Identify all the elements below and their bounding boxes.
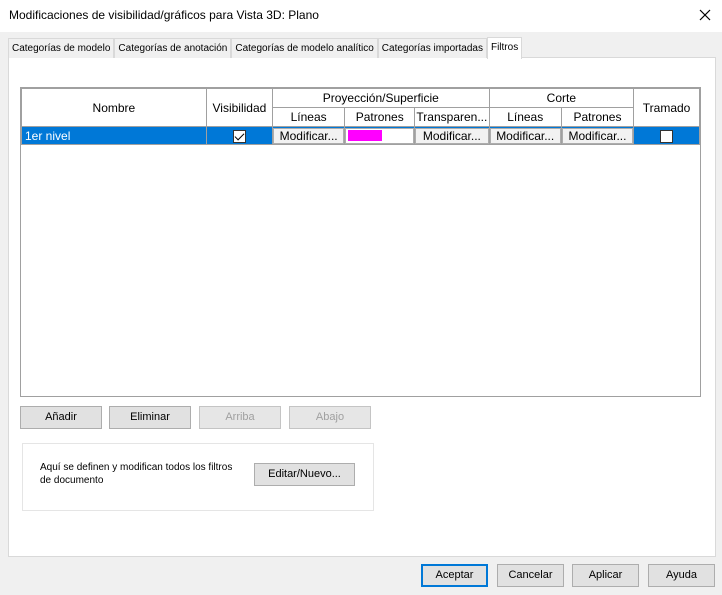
corte-lineas-modify-button[interactable]: Modificar...	[489, 127, 561, 144]
row-corte-lineas-cell: Modificar...	[488, 126, 562, 145]
header-proy-lineas[interactable]: Líneas	[271, 107, 346, 127]
eliminar-button[interactable]: Eliminar	[109, 406, 191, 429]
header-tramado[interactable]: Tramado	[633, 88, 700, 127]
tab-categorias-anotacion[interactable]: Categorías de anotación	[114, 38, 232, 58]
abajo-button[interactable]: Abajo	[289, 406, 371, 429]
pattern-color-swatch	[348, 130, 383, 141]
header-proyeccion-superficie: Proyección/Superficie	[272, 88, 490, 108]
row-proy-patrones-cell	[344, 126, 416, 145]
cancelar-button[interactable]: Cancelar	[497, 564, 564, 587]
filters-table: Nombre Visibilidad Proyección/Superficie…	[21, 88, 700, 145]
tab-strip: Categorías de modelo Categorías de anota…	[8, 37, 523, 59]
header-transparencia[interactable]: Transparen...	[414, 107, 490, 127]
proy-patrones-button[interactable]	[345, 127, 415, 144]
document-filters-description: Aquí se definen y modifican todos los fi…	[40, 462, 233, 486]
row-visibilidad-cell	[205, 126, 274, 145]
aplicar-button[interactable]: Aplicar	[572, 564, 639, 587]
arriba-button[interactable]: Arriba	[199, 406, 281, 429]
proy-lineas-modify-button[interactable]: Modificar...	[273, 127, 345, 144]
row-corte-patrones-cell: Modificar...	[560, 126, 635, 145]
header-nombre[interactable]: Nombre	[21, 88, 207, 127]
ayuda-button[interactable]: Ayuda	[648, 564, 715, 587]
editar-nuevo-button[interactable]: Editar/Nuevo...	[254, 463, 355, 486]
header-visibilidad[interactable]: Visibilidad	[205, 88, 274, 127]
tab-categorias-importadas[interactable]: Categorías importadas	[377, 38, 487, 58]
row-proy-lineas-cell: Modificar...	[271, 126, 346, 145]
tramado-checkbox[interactable]	[660, 129, 674, 143]
tab-categorias-modelo[interactable]: Categorías de modelo	[8, 38, 115, 58]
row-transparencia-cell: Modificar...	[414, 126, 490, 145]
corte-patrones-modify-button[interactable]: Modificar...	[561, 127, 634, 144]
window-title: Modificaciones de visibilidad/gráficos p…	[9, 8, 319, 22]
tab-filtros[interactable]: Filtros	[486, 37, 523, 59]
close-button[interactable]	[694, 4, 716, 26]
tab-categorias-modelo-analitico[interactable]: Categorías de modelo analítico	[231, 38, 378, 58]
close-icon	[699, 9, 711, 21]
header-corte: Corte	[488, 88, 635, 108]
row-nombre[interactable]: 1er nivel	[21, 126, 207, 145]
transparencia-modify-button[interactable]: Modificar...	[415, 127, 489, 144]
table-row[interactable]: 1er nivel Modificar... Modificar... Modi…	[21, 126, 700, 145]
visibility-checkbox[interactable]	[232, 129, 246, 143]
row-tramado-cell	[633, 126, 700, 145]
anadir-button[interactable]: Añadir	[20, 406, 102, 429]
title-bar: Modificaciones de visibilidad/gráficos p…	[0, 0, 722, 32]
filters-grid[interactable]: Nombre Visibilidad Proyección/Superficie…	[20, 87, 701, 397]
header-corte-patrones[interactable]: Patrones	[560, 107, 635, 127]
aceptar-button[interactable]: Aceptar	[421, 564, 488, 587]
header-proy-patrones[interactable]: Patrones	[344, 107, 416, 127]
header-corte-lineas[interactable]: Líneas	[488, 107, 562, 127]
